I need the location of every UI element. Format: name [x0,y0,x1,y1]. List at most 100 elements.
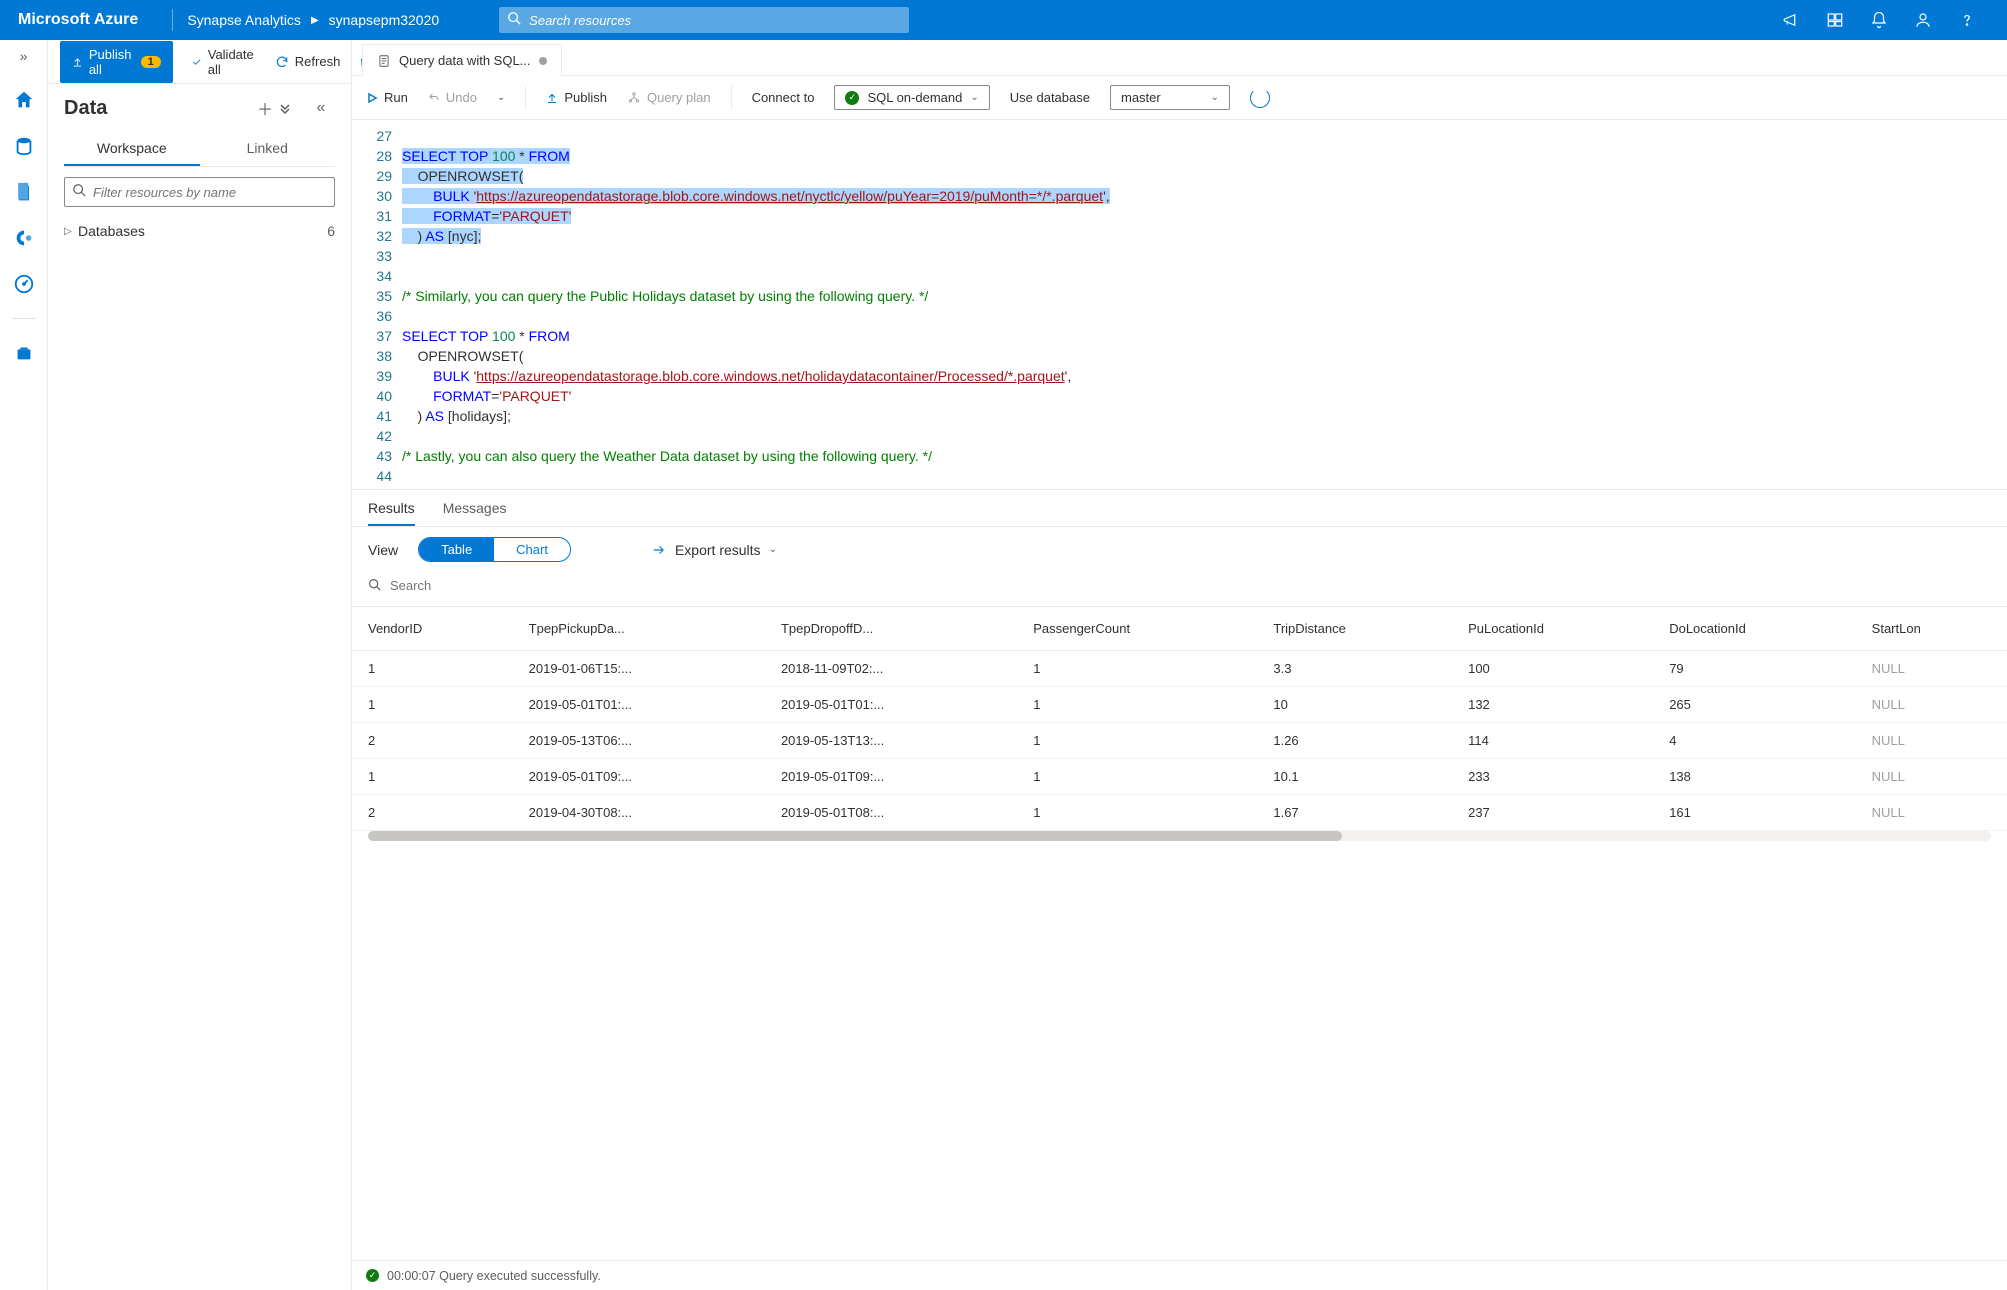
query-plan-label: Query plan [647,90,711,105]
chevron-down-icon: ⌄ [1211,92,1219,103]
publish-button[interactable]: Publish [546,90,607,105]
column-header[interactable]: PuLocationId [1452,607,1653,651]
tree-databases[interactable]: ▷ Databases 6 [64,217,335,245]
table-row[interactable]: 22019-04-30T08:...2019-05-01T08:...11.67… [352,795,2007,831]
validate-all-button[interactable]: Validate all [191,47,257,77]
chevron-down-icon: ⌄ [769,544,777,555]
filter-icon [72,183,86,197]
table-cell: 1 [352,651,513,687]
table-cell: 233 [1452,759,1653,795]
panel-header: Data ＋ « [48,84,351,126]
table-row[interactable]: 12019-05-01T01:...2019-05-01T01:...11013… [352,687,2007,723]
add-icon[interactable]: ＋ [251,96,279,120]
results-toolbar: View Table Chart Export results ⌄ [352,527,2007,572]
chevron-down-icon[interactable]: ⌄ [497,92,505,103]
column-header[interactable]: TripDistance [1257,607,1452,651]
results-tabs: Results Messages [352,490,2007,527]
publish-label: Publish [564,90,607,105]
tab-linked[interactable]: Linked [200,132,336,166]
results-grid[interactable]: VendorIDTpepPickupDa...TpepDropoffD...Pa… [352,607,2007,1260]
table-cell: 2019-04-30T08:... [513,795,765,831]
connect-to-select[interactable]: ✓ SQL on-demand ⌄ [834,85,989,110]
table-cell: 2019-05-01T08:... [765,795,1017,831]
divider [172,9,173,31]
tab-workspace[interactable]: Workspace [64,132,200,166]
table-cell: 1 [352,687,513,723]
action-bar: Publish all 1 Validate all Refresh Disca… [48,40,351,84]
column-header[interactable]: PassengerCount [1017,607,1257,651]
column-header[interactable]: TpepPickupDa... [513,607,765,651]
table-cell: 2 [352,723,513,759]
panel-title: Data [64,97,251,120]
table-cell: NULL [1856,687,2007,723]
more-icon[interactable] [279,102,307,114]
table-cell: NULL [1856,795,2007,831]
editor-toolbar: Run Undo ⌄ Publish Query plan Connect to… [352,76,2007,120]
table-cell: NULL [1856,723,2007,759]
run-label: Run [384,90,408,105]
tab-messages[interactable]: Messages [443,500,507,526]
sql-editor[interactable]: 27282930313233343536373839404142434445 S… [352,120,2007,490]
tab-results[interactable]: Results [368,500,415,526]
rail-divider [12,318,36,319]
column-header[interactable]: VendorID [352,607,513,651]
notifications-icon[interactable] [1857,0,1901,40]
toolbar-divider [731,86,732,110]
file-tab[interactable]: Query data with SQL... [362,44,562,76]
rail-manage-icon[interactable] [10,339,38,367]
horizontal-scrollbar[interactable] [368,831,1991,841]
view-segmented: Table Chart [418,537,571,562]
run-button[interactable]: Run [366,90,408,105]
rail-develop-icon[interactable] [10,178,38,206]
code-area[interactable]: SELECT TOP 100 * FROM OPENROWSET( BULK '… [402,120,2007,489]
tree: ▷ Databases 6 [48,217,351,245]
help-icon[interactable] [1945,0,1989,40]
breadcrumb-service[interactable]: Synapse Analytics [187,12,301,28]
column-header[interactable]: StartLon [1856,607,2007,651]
feedback-icon[interactable] [1813,0,1857,40]
publish-badge: 1 [141,56,161,68]
pool-value: SQL on-demand [867,90,962,105]
rail-data-icon[interactable] [10,132,38,160]
account-icon[interactable] [1901,0,1945,40]
table-cell: 79 [1653,651,1855,687]
chevron-down-icon: ⌄ [970,92,978,103]
results-search-input[interactable] [368,572,1991,600]
toolbar-divider [525,86,526,110]
table-cell: 1 [352,759,513,795]
undo-button[interactable]: Undo [428,90,477,105]
global-search-input[interactable] [499,7,909,33]
seg-chart[interactable]: Chart [494,538,570,561]
scrollbar-thumb[interactable] [368,831,1342,841]
breadcrumb-workspace[interactable]: synapsepm32020 [329,12,440,28]
global-search-wrap [499,7,909,33]
database-select[interactable]: master ⌄ [1110,85,1230,110]
export-results-button[interactable]: Export results ⌄ [651,542,777,558]
publish-all-button[interactable]: Publish all 1 [60,41,173,83]
rail-home-icon[interactable] [10,86,38,114]
filter-input[interactable] [64,177,335,207]
table-row[interactable]: 12019-05-01T09:...2019-05-01T09:...110.1… [352,759,2007,795]
table-cell: 265 [1653,687,1855,723]
table-row[interactable]: 12019-01-06T15:...2018-11-09T02:...13.31… [352,651,2007,687]
seg-table[interactable]: Table [419,538,494,561]
collapse-icon[interactable]: « [307,99,335,117]
table-cell: 1 [1017,651,1257,687]
query-plan-button[interactable]: Query plan [627,90,711,105]
rail-collapse-icon[interactable]: » [20,48,28,64]
search-icon [368,578,381,591]
table-row[interactable]: 22019-05-13T06:...2019-05-13T13:...11.26… [352,723,2007,759]
validate-all-label: Validate all [208,47,257,77]
rail-integrate-icon[interactable] [10,224,38,252]
table-body: 12019-01-06T15:...2018-11-09T02:...13.31… [352,651,2007,831]
table-cell: 2019-05-01T09:... [513,759,765,795]
column-header[interactable]: TpepDropoffD... [765,607,1017,651]
table-cell: NULL [1856,759,2007,795]
announce-icon[interactable] [1769,0,1813,40]
publish-all-label: Publish all [89,47,135,77]
column-header[interactable]: DoLocationId [1653,607,1855,651]
rail-monitor-icon[interactable] [10,270,38,298]
refresh-button[interactable]: Refresh [275,54,341,69]
refresh-icon[interactable] [1250,88,1270,108]
table-cell: 2019-01-06T15:... [513,651,765,687]
